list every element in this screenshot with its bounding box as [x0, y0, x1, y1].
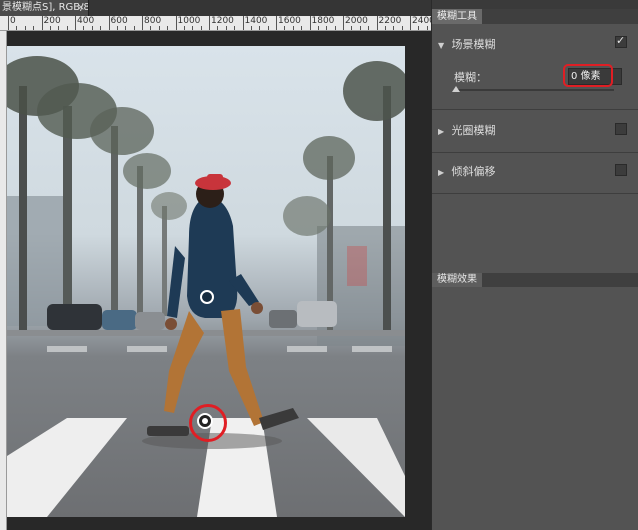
ruler-minor-tick — [91, 26, 93, 30]
ruler-minor-tick — [284, 26, 286, 30]
tab-bar-empty — [89, 0, 431, 16]
ruler-tick — [142, 16, 143, 30]
ruler-minor-tick — [167, 26, 169, 30]
iris-blur-header[interactable]: ▶ 光圈模糊 — [438, 122, 496, 138]
ruler-minor-tick — [158, 26, 160, 30]
blur-value-highlight — [563, 64, 613, 87]
ruler-label: 2200 — [378, 16, 402, 26]
photo-canvas[interactable] — [7, 46, 405, 517]
ruler-minor-tick — [58, 26, 60, 30]
ruler-minor-tick — [351, 26, 353, 30]
ruler-minor-tick — [33, 26, 35, 30]
section-divider — [432, 109, 638, 110]
ruler-minor-tick — [24, 26, 26, 30]
document-tab[interactable]: 景模糊点S], RGB/8) * × — [0, 0, 89, 16]
ruler-minor-tick — [100, 26, 102, 30]
ruler-label: 1600 — [278, 16, 301, 26]
ruler-label: 0 — [10, 16, 16, 26]
ruler-minor-tick — [426, 26, 428, 30]
iris-blur-title: 光圈模糊 — [451, 124, 496, 137]
ruler-tick — [343, 16, 344, 30]
ruler-minor-tick — [225, 26, 227, 30]
field-blur-checkbox[interactable] — [615, 34, 627, 48]
ruler-minor-tick — [267, 26, 269, 30]
ruler-tick — [108, 16, 110, 30]
triangle-down-icon: ▼ — [438, 41, 445, 50]
ruler-tick — [309, 16, 311, 30]
ruler-minor-tick — [66, 26, 68, 30]
ruler-minor-tick — [150, 26, 152, 30]
tilt-shift-title: 倾斜偏移 — [451, 165, 496, 178]
ruler-tick — [41, 16, 43, 30]
panel-top-strip — [432, 0, 638, 9]
ruler-minor-tick — [234, 26, 236, 30]
pin-highlight-ring — [189, 404, 227, 442]
blur-pin-icon-secondary[interactable] — [200, 290, 214, 304]
ruler-minor-tick — [16, 26, 18, 30]
tilt-shift-checkbox[interactable] — [615, 164, 627, 176]
ruler-minor-tick — [368, 26, 370, 30]
ruler-label: 1400 — [244, 16, 268, 26]
horizontal-ruler: 0 200 400 600 800 1000 1200 1400 1600 1800 2000 220… — [0, 16, 431, 31]
ruler-minor-tick — [133, 26, 135, 30]
ruler-minor-tick — [83, 26, 85, 30]
close-tab-icon[interactable]: × — [77, 0, 85, 16]
ruler-label: 1800 — [311, 16, 335, 26]
ruler-label: 1000 — [177, 16, 201, 26]
ruler-label: 1200 — [211, 16, 234, 26]
ruler-tick — [276, 16, 277, 30]
ruler-minor-tick — [393, 26, 395, 30]
section-divider — [432, 193, 638, 194]
ruler-minor-tick — [326, 26, 328, 30]
ruler-minor-tick — [200, 26, 202, 30]
ruler-label: 2400 — [412, 16, 431, 26]
blur-amount-label: 模糊： — [454, 71, 487, 84]
tab-blur-effects[interactable]: 模糊效果 — [432, 273, 482, 287]
photo-image — [7, 56, 405, 517]
ruler-minor-tick — [49, 26, 51, 30]
field-blur-header[interactable]: ▼ 场景模糊 — [438, 36, 496, 52]
ruler-minor-tick — [317, 26, 319, 30]
ruler-label: 2000 — [345, 16, 368, 26]
ruler-minor-tick — [384, 26, 386, 30]
field-blur-title: 场景模糊 — [451, 38, 496, 51]
ruler-minor-tick — [292, 26, 294, 30]
ruler-tick — [410, 16, 411, 30]
ruler-tick — [209, 16, 210, 30]
canvas-area[interactable] — [7, 31, 431, 530]
triangle-right-icon: ▶ — [438, 168, 445, 177]
triangle-right-icon: ▶ — [438, 127, 445, 136]
ruler-minor-tick — [359, 26, 361, 30]
section-divider — [432, 152, 638, 153]
ruler-minor-tick — [192, 26, 194, 30]
ruler-minor-tick — [334, 26, 336, 30]
ruler-tick — [376, 16, 378, 30]
vertical-ruler — [0, 31, 7, 530]
ruler-tick — [8, 16, 9, 30]
blur-effects-tabbar: 模糊效果 — [432, 273, 638, 287]
ruler-minor-tick — [217, 26, 219, 30]
blur-slider-track[interactable] — [456, 89, 614, 91]
ruler-minor-tick — [250, 26, 252, 30]
ruler-tick — [175, 16, 177, 30]
ruler-minor-tick — [183, 26, 185, 30]
ruler-minor-tick — [301, 26, 303, 30]
blur-slider-thumb[interactable] — [452, 86, 460, 92]
blur-tools-panel: 模糊工具 ▼ 场景模糊 模糊： 0 像素 ▶ 光圈模糊 ▶ 倾斜偏移 模糊效果 — [431, 0, 638, 530]
iris-blur-checkbox[interactable] — [615, 123, 627, 135]
ruler-minor-tick — [401, 26, 403, 30]
tilt-shift-header[interactable]: ▶ 倾斜偏移 — [438, 163, 496, 179]
ruler-minor-tick — [125, 26, 127, 30]
ruler-tick — [242, 16, 244, 30]
tab-blur-tools[interactable]: 模糊工具 — [432, 9, 482, 24]
ruler-minor-tick — [259, 26, 261, 30]
ruler-minor-tick — [116, 26, 118, 30]
ruler-tick — [75, 16, 76, 30]
ruler-minor-tick — [418, 26, 420, 30]
